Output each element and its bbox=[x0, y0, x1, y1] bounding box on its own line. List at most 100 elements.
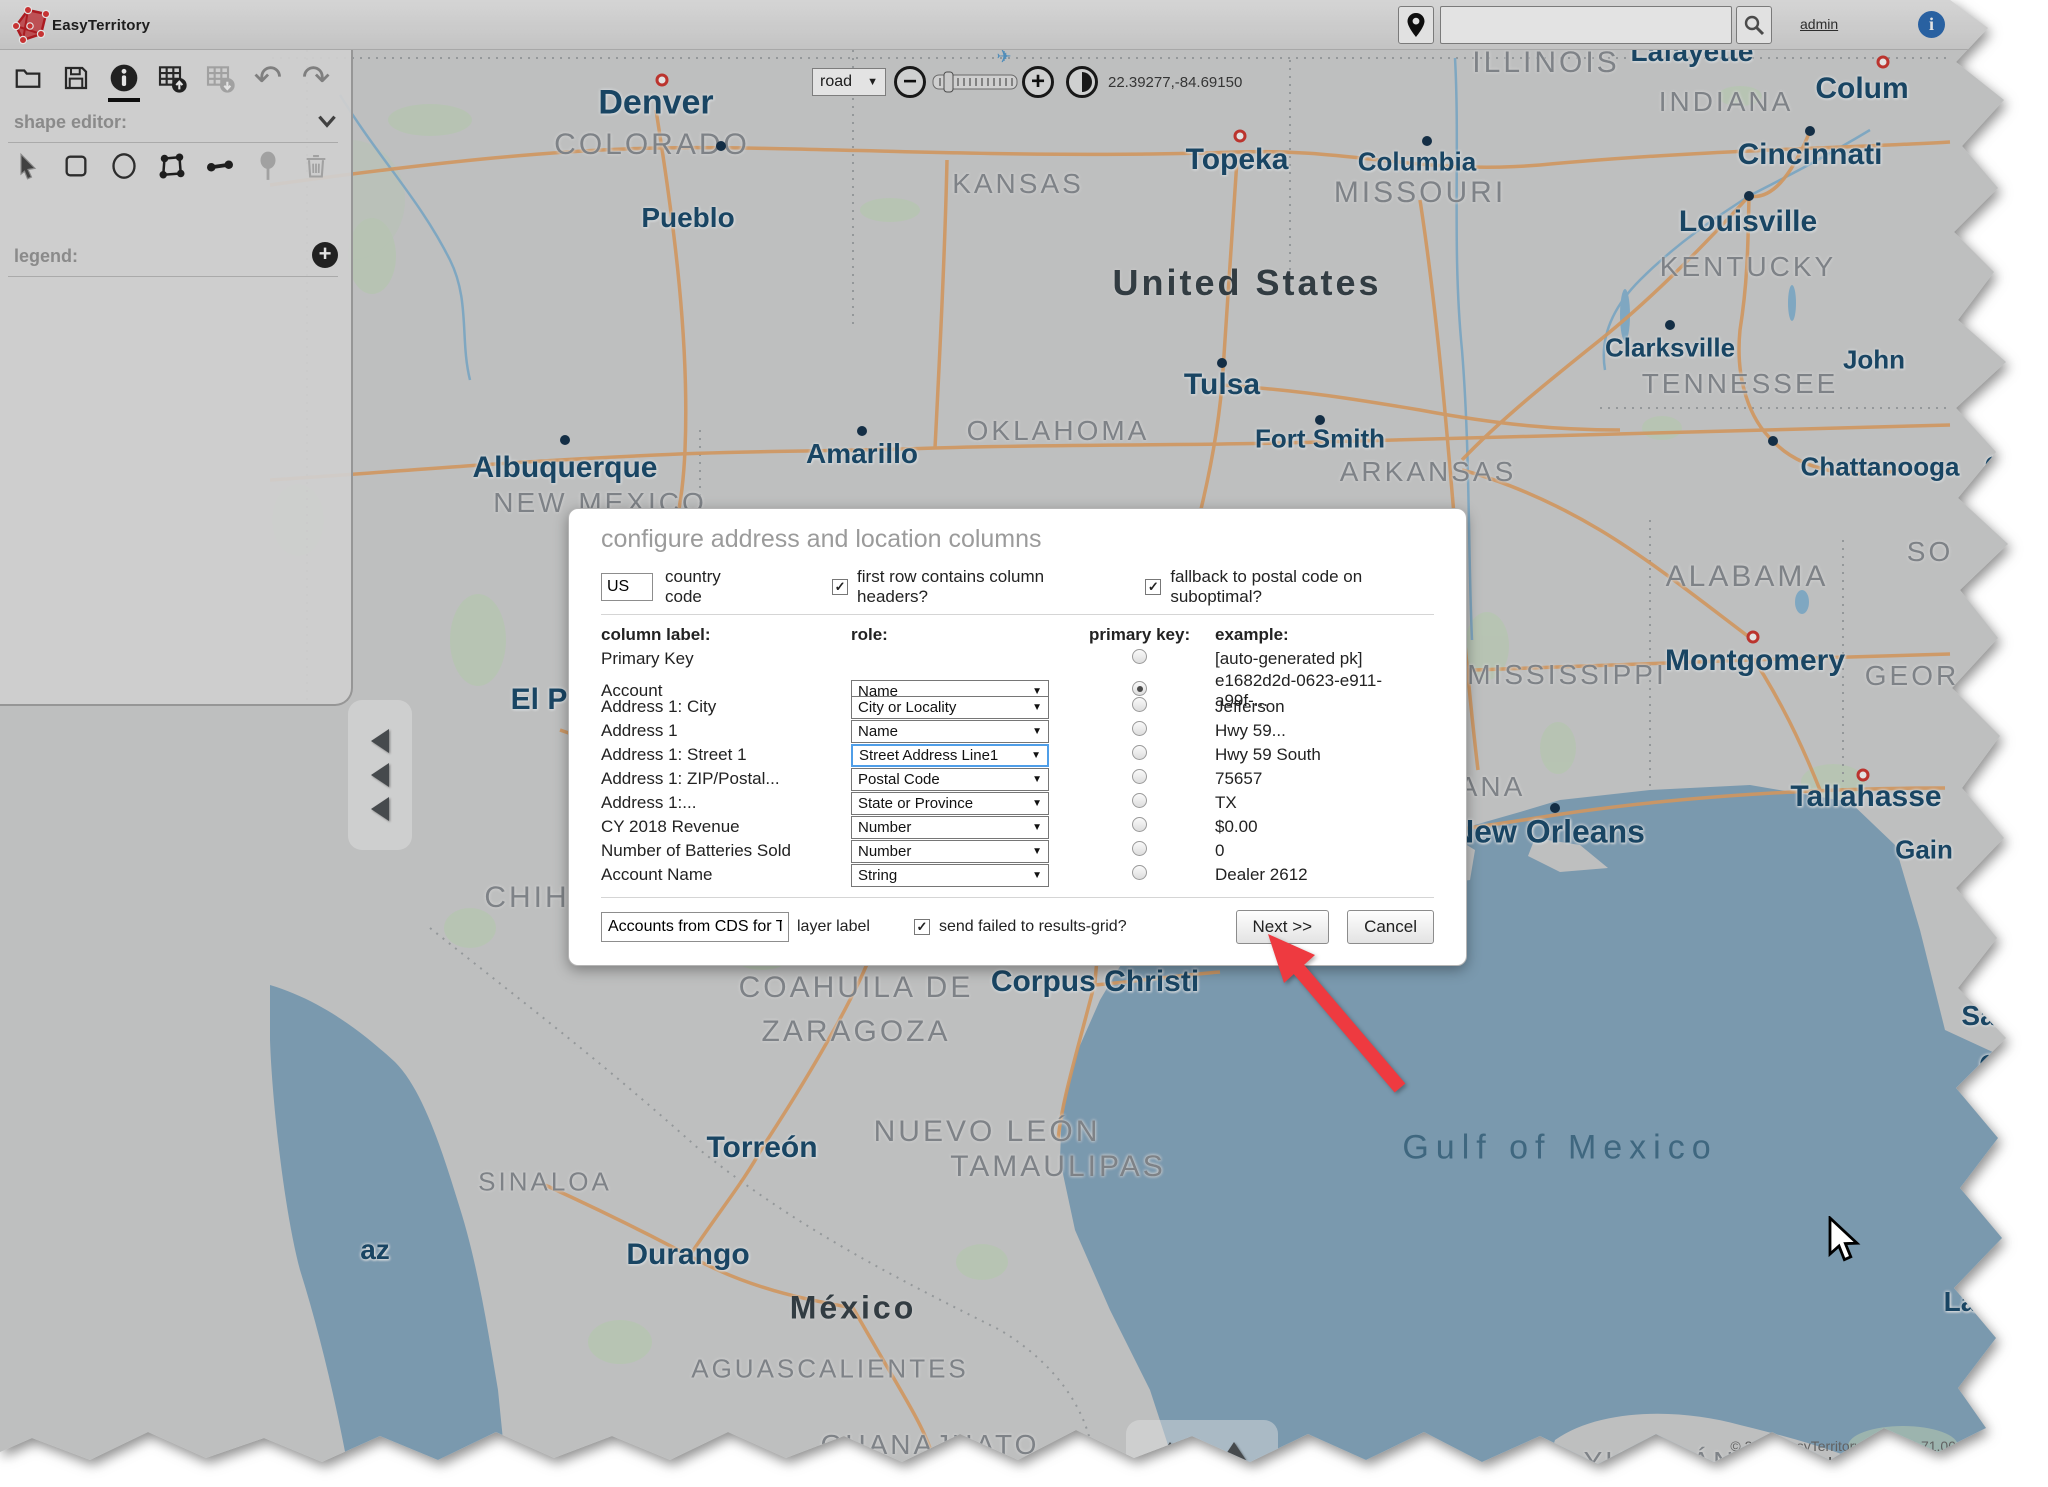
contrast-toggle-button[interactable] bbox=[1066, 66, 1098, 98]
column-mapping-row: Number of Batteries SoldNumber▼ 0 bbox=[601, 839, 1434, 863]
admin-link[interactable]: admin bbox=[1800, 16, 1838, 32]
role-select[interactable]: Street Address Line1▼ bbox=[851, 744, 1049, 767]
redo-button[interactable]: ↷ bbox=[298, 60, 334, 96]
sidebar-panel: ↶ ↷ shape editor: bbox=[0, 50, 353, 706]
import-grid-button[interactable] bbox=[154, 60, 190, 96]
trash-icon bbox=[302, 152, 330, 180]
example-value: TX bbox=[1189, 793, 1434, 813]
left-panel-toggle[interactable] bbox=[348, 700, 412, 850]
chevron-down-icon: ▼ bbox=[1031, 750, 1041, 761]
polygon-shape-button[interactable] bbox=[154, 148, 190, 184]
primary-key-radio[interactable] bbox=[1132, 865, 1147, 880]
primary-key-radio[interactable] bbox=[1132, 697, 1147, 712]
primary-key-radio[interactable] bbox=[1132, 681, 1147, 696]
column-label: CY 2018 Revenue bbox=[601, 817, 851, 837]
primary-key-radio[interactable] bbox=[1132, 721, 1147, 736]
info-tool-button[interactable] bbox=[106, 60, 142, 96]
configure-columns-dialog: configure address and location columns c… bbox=[568, 508, 1467, 966]
column-label: Number of Batteries Sold bbox=[601, 841, 851, 861]
chevron-down-icon: ▼ bbox=[1032, 774, 1042, 785]
example-value: 75657 bbox=[1189, 769, 1434, 789]
search-input[interactable] bbox=[1440, 6, 1732, 44]
country-code-input[interactable] bbox=[601, 573, 653, 601]
divider bbox=[601, 897, 1434, 898]
column-mapping-row: Address 1: ZIP/Postal...Postal Code▼ 7565… bbox=[601, 767, 1434, 791]
divider bbox=[8, 276, 338, 277]
zoom-slider[interactable] bbox=[932, 71, 1018, 93]
line-shape-button[interactable] bbox=[202, 148, 238, 184]
bottom-panel-toggle[interactable] bbox=[1126, 1420, 1278, 1482]
primary-key-radio[interactable] bbox=[1132, 841, 1147, 856]
column-mapping-row: Address 1: CityCity or Locality▼Jefferso… bbox=[601, 695, 1434, 719]
cancel-button[interactable]: Cancel bbox=[1347, 910, 1434, 944]
header-column-label: column label: bbox=[601, 625, 851, 645]
chevron-down-icon: ▼ bbox=[1032, 798, 1042, 809]
primary-key-radio[interactable] bbox=[1132, 769, 1147, 784]
role-select[interactable]: String▼ bbox=[851, 864, 1049, 887]
chevron-down-icon: ▼ bbox=[1032, 870, 1042, 881]
example-value: [auto-generated pk] bbox=[1189, 649, 1434, 669]
role-select[interactable]: Name ▼ bbox=[851, 720, 1049, 743]
send-failed-checkbox[interactable]: ✓ bbox=[914, 919, 930, 935]
column-label: Address 1: ZIP/Postal... bbox=[601, 769, 851, 789]
add-legend-button[interactable]: + bbox=[312, 242, 338, 268]
header-primary-key: primary key: bbox=[1089, 625, 1189, 645]
select-shape-button[interactable] bbox=[10, 148, 46, 184]
screenshot-stage: ILLINOISINDIANAMISSOURIKANSASOKLAHOMAARK… bbox=[0, 0, 2048, 1487]
table-upload-icon bbox=[156, 62, 188, 94]
primary-key-radio[interactable] bbox=[1132, 793, 1147, 808]
role-value: Number bbox=[858, 819, 911, 836]
country-code-label: country code bbox=[665, 567, 754, 607]
example-value: 0 bbox=[1189, 841, 1434, 861]
search-button[interactable] bbox=[1736, 6, 1772, 44]
role-select[interactable]: Number▼ bbox=[851, 840, 1049, 863]
brand-title: EasyTerritory bbox=[52, 17, 150, 34]
ellipse-shape-button[interactable] bbox=[106, 148, 142, 184]
divider bbox=[601, 614, 1434, 615]
map-coordinates: 22.39277,-84.69150 bbox=[1108, 74, 1242, 91]
legend-heading: legend: bbox=[14, 246, 78, 267]
column-label: Account Name bbox=[601, 865, 851, 885]
layer-label-input[interactable] bbox=[601, 912, 789, 942]
role-value: Name bbox=[858, 723, 898, 740]
location-pin-icon bbox=[1406, 12, 1426, 38]
divider bbox=[8, 142, 338, 143]
zoom-in-button[interactable]: + bbox=[1022, 66, 1054, 98]
collapse-left-icon bbox=[371, 763, 389, 787]
first-row-checkbox[interactable]: ✓ bbox=[832, 579, 848, 595]
chevron-down-icon: ▼ bbox=[1032, 726, 1042, 737]
undo-button[interactable]: ↶ bbox=[250, 60, 286, 96]
open-project-button[interactable] bbox=[10, 60, 46, 96]
primary-key-radio[interactable] bbox=[1132, 745, 1147, 760]
map-style-select[interactable]: road ▼ bbox=[812, 68, 886, 96]
save-project-button[interactable] bbox=[58, 60, 94, 96]
role-select[interactable]: City or Locality▼ bbox=[851, 696, 1049, 719]
example-value: Hwy 59 South bbox=[1189, 745, 1434, 765]
easyterritory-logo-icon bbox=[8, 4, 52, 46]
pin-icon bbox=[256, 151, 280, 181]
feedback-link[interactable]: feedback@easyterritory.com bbox=[1730, 1454, 1956, 1470]
role-select[interactable]: Number▼ bbox=[851, 816, 1049, 839]
zoom-out-button[interactable]: − bbox=[894, 66, 926, 98]
save-icon bbox=[61, 63, 91, 93]
copyright-text: © 2020 EasyTerritory.com, v 3.71.00 bbox=[1730, 1438, 1956, 1454]
chevron-down-icon: ▼ bbox=[1032, 702, 1042, 713]
map-attribution: © 2020 EasyTerritory.com, v 3.71.00 feed… bbox=[1730, 1438, 1956, 1470]
delete-shape-button bbox=[298, 148, 334, 184]
layer-label: layer label bbox=[797, 918, 870, 936]
locate-pin-button[interactable] bbox=[1398, 6, 1434, 44]
primary-key-radio[interactable] bbox=[1132, 649, 1147, 664]
column-label: Primary Key bbox=[601, 649, 851, 669]
rectangle-shape-button[interactable] bbox=[58, 148, 94, 184]
info-badge-icon[interactable]: i bbox=[1918, 11, 1945, 38]
role-value: State or Province bbox=[858, 795, 973, 812]
primary-key-radio[interactable] bbox=[1132, 817, 1147, 832]
role-select[interactable]: State or Province ▼ bbox=[851, 792, 1049, 815]
next-button[interactable]: Next >> bbox=[1236, 910, 1330, 944]
role-select[interactable]: Postal Code▼ bbox=[851, 768, 1049, 791]
chevron-down-icon[interactable] bbox=[314, 108, 340, 134]
example-value: Hwy 59... bbox=[1189, 721, 1434, 741]
zoom-slider-handle[interactable] bbox=[944, 72, 953, 92]
collapse-left-icon bbox=[371, 729, 389, 753]
fallback-checkbox[interactable]: ✓ bbox=[1145, 579, 1161, 595]
